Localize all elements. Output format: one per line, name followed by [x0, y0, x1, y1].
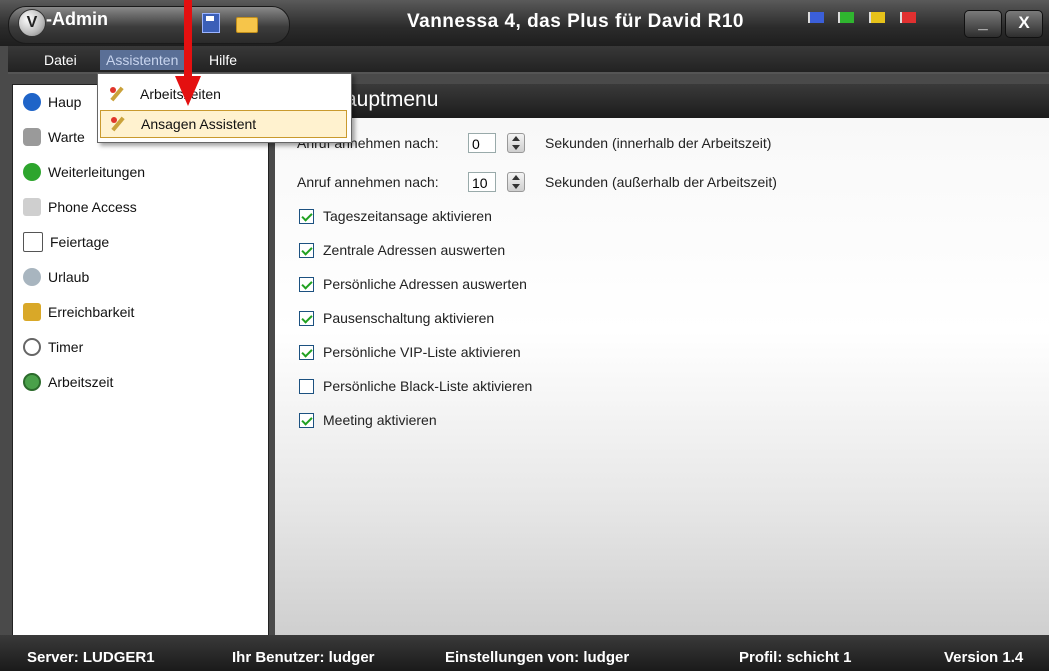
answer-delay-off-hours-suffix: Sekunden (außerhalb der Arbeitszeit) [545, 174, 777, 190]
key-icon [23, 198, 41, 216]
checkbox-row[interactable]: Persönliche VIP-Liste aktivieren [299, 342, 521, 362]
sidebar-item-arbeitszeit[interactable]: Arbeitszeit [23, 371, 113, 393]
dropdown-item-label: Ansagen Assistent [141, 116, 257, 132]
sidebar-item-label: Arbeitszeit [48, 374, 114, 390]
sidebar-item-label: Erreichbarkeit [48, 304, 135, 320]
checkbox-label: Zentrale Adressen auswerten [323, 242, 506, 258]
checkbox-row[interactable]: Zentrale Adressen auswerten [299, 240, 505, 260]
checkbox[interactable] [299, 276, 314, 292]
vacation-icon [23, 268, 41, 286]
sidebar-item-label: Phone Access [48, 199, 137, 215]
app-logo-icon: V [18, 9, 46, 37]
sidebar-item-hauptmenu[interactable]: Haup [23, 91, 81, 113]
pointer-arrow-icon [175, 76, 201, 106]
status-server: Server: LUDGER1 [27, 649, 155, 666]
checkbox[interactable] [299, 412, 314, 428]
checkbox-label: Persönliche Adressen auswerten [323, 276, 527, 292]
checkbox-label: Persönliche Black-Liste aktivieren [323, 378, 533, 394]
status-profile: Profil: schicht 1 [739, 649, 852, 666]
arrow-circle-icon [23, 93, 41, 111]
minimize-button[interactable]: _ [964, 10, 1002, 38]
assistenten-dropdown: Arbeitszeiten Ansagen Assistent [97, 73, 352, 143]
sidebar-item-label: Feiertage [50, 234, 110, 250]
forward-icon [23, 163, 41, 181]
wand-icon [108, 85, 126, 103]
sidebar-item-label: Weiterleitungen [48, 164, 146, 180]
sidebar-item-label: Warte [48, 129, 85, 145]
checkbox-row[interactable]: Persönliche Adressen auswerten [299, 274, 527, 294]
answer-delay-off-hours-input[interactable]: 10 [468, 172, 496, 192]
flag-green-icon[interactable] [838, 12, 854, 23]
page-title: auptmenu [345, 88, 439, 111]
sidebar-item-warteschleife[interactable]: Warte [23, 126, 85, 148]
status-bar: Server: LUDGER1 Ihr Benutzer: ludger Ein… [0, 635, 1049, 671]
sidebar: Haup Warte Weiterleitungen Phone Access … [12, 84, 269, 637]
sidebar-item-weiterleitungen[interactable]: Weiterleitungen [23, 161, 145, 183]
answer-after-label: Anruf annehmen nach: [297, 174, 439, 190]
flag-yellow-icon[interactable] [869, 12, 885, 23]
main-header: auptmenu [275, 84, 1049, 118]
save-icon[interactable] [202, 13, 220, 33]
checkbox[interactable] [299, 310, 314, 326]
checkbox-label: Tageszeitansage aktivieren [323, 208, 492, 224]
dropdown-item-arbeitszeiten[interactable]: Arbeitszeiten [100, 80, 347, 108]
flag-blue-icon[interactable] [808, 12, 824, 23]
wand-icon [109, 115, 127, 133]
sidebar-item-urlaub[interactable]: Urlaub [23, 266, 89, 288]
sidebar-item-label: Haup [48, 94, 82, 110]
status-settings: Einstellungen von: ludger [445, 649, 630, 666]
pointer-arrow-shaft [184, 0, 192, 78]
checkbox-label: Meeting aktivieren [323, 412, 437, 428]
dropdown-item-ansagen-assistent[interactable]: Ansagen Assistent [100, 110, 347, 138]
menu-datei[interactable]: Datei [38, 50, 83, 70]
checkbox-row[interactable]: Tageszeitansage aktivieren [299, 206, 492, 226]
checkbox-label: Persönliche VIP-Liste aktivieren [323, 344, 521, 360]
checkbox[interactable] [299, 208, 314, 224]
sidebar-item-feiertage[interactable]: Feiertage [23, 231, 109, 253]
checkbox[interactable] [299, 242, 314, 258]
close-button[interactable]: X [1005, 10, 1043, 38]
sidebar-item-label: Timer [48, 339, 84, 355]
answer-delay-off-hours-spinner[interactable] [507, 172, 525, 192]
people-icon [23, 128, 41, 146]
status-user: Ihr Benutzer: ludger [232, 649, 375, 666]
answer-delay-in-hours-suffix: Sekunden (innerhalb der Arbeitszeit) [545, 135, 772, 151]
menu-assistenten[interactable]: Assistenten [100, 50, 185, 70]
app-name: -Admin [46, 9, 108, 29]
clock-icon [23, 373, 41, 391]
pen-icon [23, 303, 41, 321]
checkbox[interactable] [299, 378, 314, 394]
status-version: Version 1.4 [944, 649, 1024, 666]
checkbox-row[interactable]: Pausenschaltung aktivieren [299, 308, 494, 328]
sidebar-item-erreichbarkeit[interactable]: Erreichbarkeit [23, 301, 134, 323]
checkbox-row[interactable]: Persönliche Black-Liste aktivieren [299, 376, 532, 396]
flag-red-icon[interactable] [900, 12, 916, 23]
checkbox[interactable] [299, 344, 314, 360]
sidebar-item-phone-access[interactable]: Phone Access [23, 196, 137, 218]
sidebar-item-label: Urlaub [48, 269, 90, 285]
title-bar: V -Admin Vannessa 4, das Plus für David … [0, 0, 1049, 46]
main-panel: auptmenu Anruf annehmen nach: 0 Sekunden… [275, 84, 1049, 635]
calendar-icon [23, 232, 43, 252]
checkbox-row[interactable]: Meeting aktivieren [299, 410, 437, 430]
stopwatch-icon [23, 338, 41, 356]
menu-hilfe[interactable]: Hilfe [203, 50, 243, 70]
answer-delay-in-hours-input[interactable]: 0 [468, 133, 496, 153]
window-title: Vannessa 4, das Plus für David R10 [407, 11, 744, 32]
sidebar-item-timer[interactable]: Timer [23, 336, 83, 358]
folder-open-icon[interactable] [236, 17, 258, 33]
answer-delay-in-hours-spinner[interactable] [507, 133, 525, 153]
checkbox-label: Pausenschaltung aktivieren [323, 310, 495, 326]
menu-bar: Datei Assistenten Hilfe [8, 46, 1049, 74]
